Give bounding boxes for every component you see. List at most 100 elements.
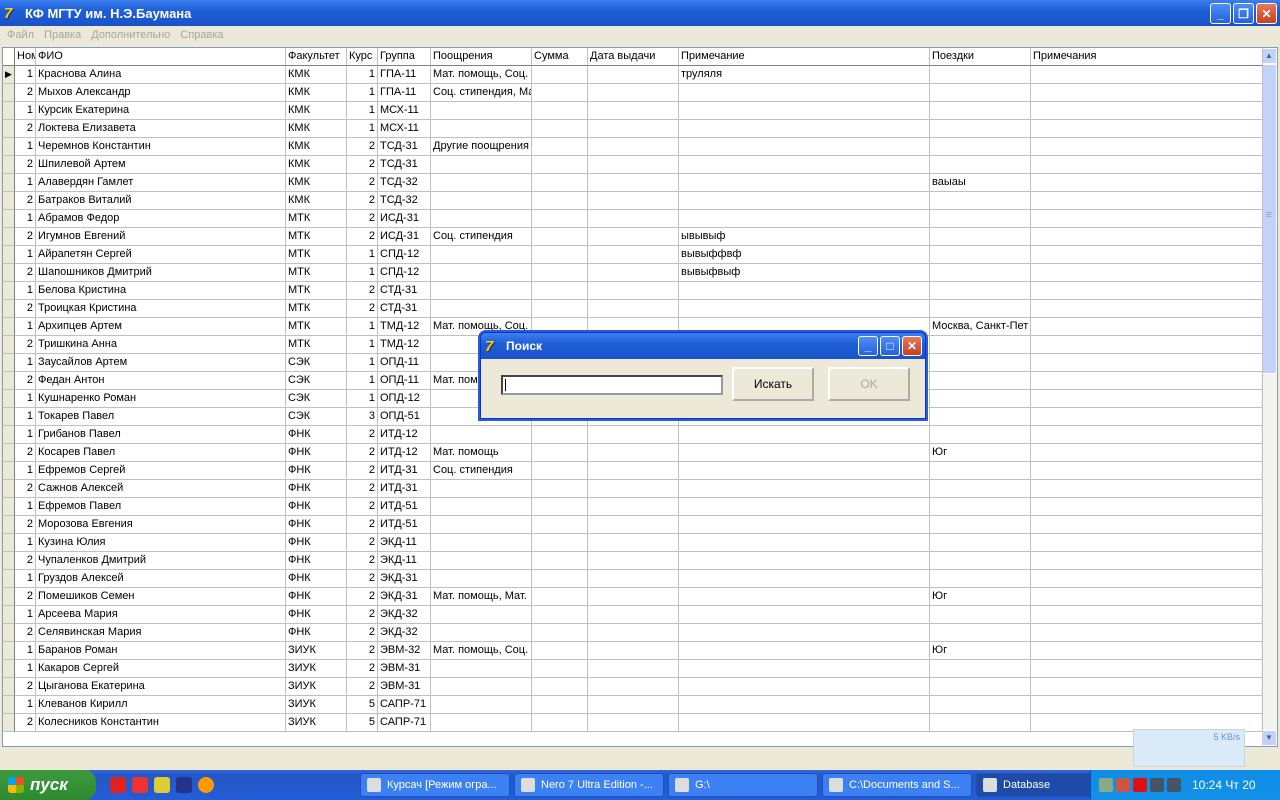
cell-row-indicator[interactable] [3,138,15,156]
volume-icon[interactable] [1116,778,1130,792]
cell-rewards[interactable]: Мат. помощь, Соц. [431,66,532,84]
cell-fio[interactable]: Троицкая Кристина [36,300,286,318]
cell-group[interactable]: СТД-31 [378,282,431,300]
cell-trips[interactable] [930,552,1031,570]
table-row[interactable]: 2 Троицкая Кристина МТК 2 СТД-31 [3,300,1263,318]
table-row[interactable]: 2 Косарев Павел ФНК 2 ИТД-12 Мат. помощь Юг [3,444,1263,462]
aimp-icon[interactable] [198,777,214,793]
cell-course[interactable]: 2 [347,156,378,174]
cell-fio[interactable]: Груздов Алексей [36,570,286,588]
cell-fio[interactable]: Какаров Сергей [36,660,286,678]
table-row[interactable]: 2 Помешиков Семен ФНК 2 ЭКД-31 Мат. помощь, М… [3,588,1263,606]
cell-course[interactable]: 2 [347,660,378,678]
cell-number[interactable]: 1 [15,498,36,516]
cell-course[interactable]: 2 [347,444,378,462]
table-row[interactable]: 1 Кузина Юлия ФНК 2 ЭКД-11 [3,534,1263,552]
cell-trips[interactable] [930,120,1031,138]
cell-notes[interactable] [1031,534,1263,552]
taskbar-button[interactable]: Курсач [Режим огра... [360,773,510,797]
cell-rewards[interactable] [431,552,532,570]
cell-fio[interactable]: Арсеева Мария [36,606,286,624]
cell-number[interactable]: 1 [15,138,36,156]
cell-group[interactable]: ТМД-12 [378,318,431,336]
cell-fio[interactable]: Грибанов Павел [36,426,286,444]
cell-row-indicator[interactable] [3,300,15,318]
cell-rewards[interactable] [431,516,532,534]
network-disconnected-icon[interactable] [1150,778,1164,792]
cell-group[interactable]: ЭВМ-32 [378,642,431,660]
cell-row-indicator[interactable] [3,354,15,372]
cell-faculty[interactable]: КМК [286,174,347,192]
cell-course[interactable]: 2 [347,588,378,606]
cell-course[interactable]: 1 [347,120,378,138]
cell-rewards[interactable] [431,156,532,174]
cell-number[interactable]: 2 [15,300,36,318]
cell-trips[interactable] [930,156,1031,174]
cell-trips[interactable] [930,696,1031,714]
cell-group[interactable]: ЭКД-31 [378,570,431,588]
cell-fio[interactable]: Цыганова Екатерина [36,678,286,696]
cell-faculty[interactable]: ЗИУК [286,678,347,696]
cell-rewards[interactable] [431,606,532,624]
cell-trips[interactable]: Юг [930,588,1031,606]
cell-notes[interactable] [1031,102,1263,120]
cell-note[interactable] [679,552,930,570]
cell-number[interactable]: 2 [15,228,36,246]
cell-notes[interactable] [1031,624,1263,642]
network-icon[interactable] [1099,778,1113,792]
cell-faculty[interactable]: ФНК [286,498,347,516]
cell-group[interactable]: ЭКД-32 [378,606,431,624]
cell-fio[interactable]: Чупаленков Дмитрий [36,552,286,570]
cell-issue-date[interactable] [588,282,679,300]
cell-trips[interactable] [930,624,1031,642]
cell-faculty[interactable]: ФНК [286,570,347,588]
cell-row-indicator[interactable] [3,246,15,264]
cell-rewards[interactable] [431,426,532,444]
cell-note[interactable] [679,192,930,210]
cell-note[interactable]: ывывыф [679,228,930,246]
cell-rewards[interactable] [431,624,532,642]
cell-notes[interactable] [1031,174,1263,192]
cell-issue-date[interactable] [588,462,679,480]
cell-issue-date[interactable] [588,66,679,84]
cell-row-indicator[interactable] [3,534,15,552]
cell-course[interactable]: 5 [347,696,378,714]
cell-notes[interactable] [1031,696,1263,714]
cell-issue-date[interactable] [588,678,679,696]
current-row-indicator-icon[interactable]: ▶ [3,66,15,84]
cell-group[interactable]: ТСД-31 [378,138,431,156]
cell-issue-date[interactable] [588,426,679,444]
cell-fio[interactable]: Колесников Константин [36,714,286,732]
opera-icon[interactable] [110,777,126,793]
cell-trips[interactable] [930,390,1031,408]
scroll-up-button[interactable]: ▲ [1261,48,1277,64]
cell-notes[interactable] [1031,84,1263,102]
cell-rewards[interactable] [431,696,532,714]
cell-amount[interactable] [532,66,588,84]
cell-fio[interactable]: Айрапетян Сергей [36,246,286,264]
cell-number[interactable]: 2 [15,156,36,174]
cell-issue-date[interactable] [588,696,679,714]
cell-note[interactable] [679,174,930,192]
cell-rewards[interactable]: Другие поощрения [431,138,532,156]
cell-amount[interactable] [532,282,588,300]
table-row[interactable]: 2 Цыганова Екатерина ЗИУК 2 ЭВМ-31 [3,678,1263,696]
cell-rewards[interactable] [431,246,532,264]
cell-faculty[interactable]: МТК [286,300,347,318]
cell-number[interactable]: 1 [15,282,36,300]
table-row[interactable]: 2 Чупаленков Дмитрий ФНК 2 ЭКД-11 [3,552,1263,570]
cell-fio[interactable]: Игумнов Евгений [36,228,286,246]
table-row[interactable]: 1 Ефремов Сергей ФНК 2 ИТД-31 Соц. стипендия [3,462,1263,480]
cell-note[interactable] [679,696,930,714]
cell-issue-date[interactable] [588,552,679,570]
cell-note[interactable] [679,120,930,138]
cell-fio[interactable]: Мыхов Александр [36,84,286,102]
cell-faculty[interactable]: КМК [286,66,347,84]
column-header-rewards[interactable]: Поощрения [431,48,532,66]
cell-group[interactable]: СПД-12 [378,246,431,264]
taskbar-button[interactable]: Nero 7 Ultra Edition -... [514,773,664,797]
cell-faculty[interactable]: МТК [286,282,347,300]
cell-amount[interactable] [532,714,588,732]
cell-fio[interactable]: Локтева Елизавета [36,120,286,138]
column-header-amount[interactable]: Сумма [532,48,588,66]
